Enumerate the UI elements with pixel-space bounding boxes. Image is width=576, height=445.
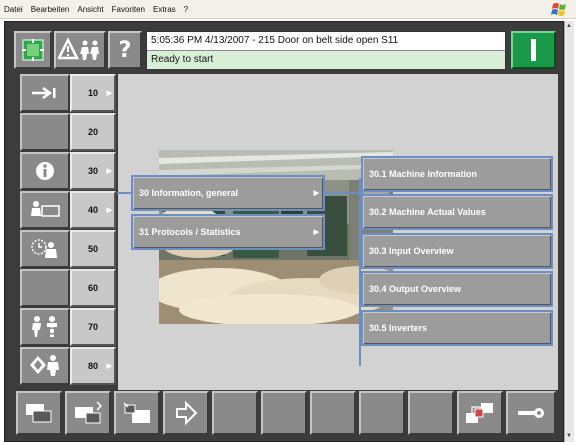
browser-menubar: Datei Bearbeiten Ansicht Favoriten Extra… — [0, 0, 576, 19]
nav-number: 10 ▶ — [70, 74, 116, 112]
function-button-2[interactable] — [65, 391, 111, 435]
nav-row-40[interactable]: 40 ▶ — [20, 191, 116, 229]
alarm-button[interactable] — [54, 31, 106, 69]
chevron-right-icon: ▶ — [106, 207, 112, 214]
function-button-5[interactable] — [212, 391, 258, 435]
menu-datei[interactable]: Datei — [4, 5, 23, 14]
info-icon — [20, 152, 70, 190]
menu-help[interactable]: ? — [184, 5, 188, 14]
window-back-icon — [123, 402, 150, 423]
machine-status: Ready to start — [147, 51, 505, 69]
menu-extras[interactable]: Extras — [153, 5, 176, 14]
empty-icon-slot — [20, 269, 70, 307]
menu-bearbeiten[interactable]: Bearbeiten — [31, 5, 70, 14]
network-windows-icon — [466, 403, 493, 423]
nav-number: 80 ▶ — [70, 347, 116, 385]
nav-number: 30 ▶ — [70, 152, 116, 190]
function-button-6[interactable] — [261, 391, 307, 435]
enter-arrow-icon — [176, 400, 198, 426]
warning-operator-icon — [58, 37, 99, 60]
window-stack-icon — [26, 404, 52, 423]
menu-favoriten[interactable]: Favoriten — [112, 5, 145, 14]
nav-number: 70 — [70, 308, 116, 346]
menu-connector — [325, 192, 363, 194]
function-button-10[interactable] — [457, 391, 503, 435]
nav-row-60[interactable]: 60 — [20, 269, 116, 307]
nav-row-50[interactable]: 50 — [20, 230, 116, 268]
clock-operator-icon — [20, 230, 70, 268]
nav-number: 60 — [70, 269, 116, 307]
empty-icon-slot — [20, 113, 70, 151]
menu-30-4-output-overview[interactable]: 30.4 Output Overview — [361, 271, 553, 307]
function-button-3[interactable] — [114, 391, 160, 435]
scrollbar-track[interactable] — [564, 21, 574, 442]
function-button-7[interactable] — [310, 391, 356, 435]
menu-30-3-input-overview[interactable]: 30.3 Input Overview — [361, 233, 553, 269]
menu-30-2-machine-actual-values[interactable]: 30.2 Machine Actual Values — [361, 194, 553, 230]
nav-row-20[interactable]: 20 — [20, 113, 116, 151]
submenu-31-protocols-statistics[interactable]: 31 Protocols / Statistics ▶ — [131, 214, 325, 250]
chevron-right-icon: ▶ — [106, 363, 112, 370]
menu-ansicht[interactable]: Ansicht — [77, 5, 103, 14]
hmi-panel: ? 5:05:36 PM 4/13/2007 - 215 Door on bel… — [4, 21, 564, 442]
machine-overview-icon — [22, 39, 44, 61]
scroll-down-arrow-icon[interactable]: ▼ — [565, 432, 573, 440]
chevron-right-icon: ▶ — [313, 190, 319, 197]
alarm-message: 5:05:36 PM 4/13/2007 - 215 Door on belt … — [147, 32, 505, 51]
nav-row-70[interactable]: 70 — [20, 308, 116, 346]
chevron-right-icon: ▶ — [106, 90, 112, 97]
nav-number: 50 — [70, 230, 116, 268]
start-icon — [531, 39, 536, 61]
status-display: 5:05:36 PM 4/13/2007 - 215 Door on belt … — [146, 31, 506, 69]
windows-flag-icon — [551, 3, 566, 16]
nav-row-30[interactable]: 30 ▶ — [20, 152, 116, 190]
chevron-right-icon: ▶ — [313, 229, 319, 236]
key-icon — [518, 408, 544, 418]
nav-number: 20 — [70, 113, 116, 151]
menu-30-5-inverters[interactable]: 30.5 Inverters — [361, 310, 553, 346]
function-button-key[interactable] — [506, 391, 556, 435]
function-button-1[interactable] — [16, 391, 62, 435]
submenu-30-information-general[interactable]: 30 Information, general ▶ — [131, 175, 325, 211]
nav-row-10[interactable]: 10 ▶ — [20, 74, 116, 112]
menu-30-1-machine-information[interactable]: 30.1 Machine Information — [361, 156, 553, 192]
nav-row-80[interactable]: 80 ▶ — [20, 347, 116, 385]
start-button[interactable] — [511, 31, 556, 69]
maintenance-people-icon — [20, 308, 70, 346]
scroll-up-arrow-icon[interactable]: ▲ — [565, 22, 573, 30]
chevron-right-icon: ▶ — [106, 168, 112, 175]
window-previous-icon — [75, 401, 103, 424]
function-button-8[interactable] — [359, 391, 405, 435]
arrow-right-icon — [20, 74, 70, 112]
function-button-9[interactable] — [408, 391, 454, 435]
nav-number: 40 ▶ — [70, 191, 116, 229]
home-button[interactable] — [14, 31, 52, 69]
help-button[interactable]: ? — [108, 31, 142, 69]
operator-screen-icon — [20, 191, 70, 229]
service-operator-icon — [20, 347, 70, 385]
function-button-4[interactable] — [163, 391, 209, 435]
